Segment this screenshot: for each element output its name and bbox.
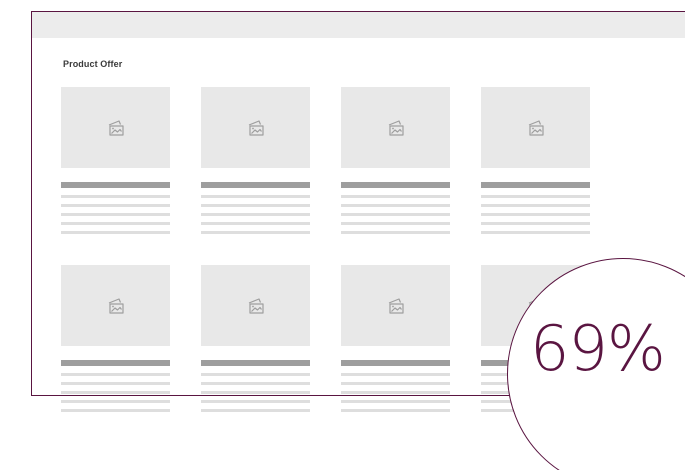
product-card-1[interactable] <box>61 87 170 234</box>
product-text-line <box>201 400 310 403</box>
product-card-4[interactable] <box>481 87 590 234</box>
product-title-placeholder <box>61 182 170 188</box>
product-text-line <box>481 204 590 207</box>
product-text-line <box>481 195 590 198</box>
product-text-line <box>61 391 170 394</box>
product-text-line <box>201 213 310 216</box>
product-image-placeholder[interactable] <box>341 265 450 346</box>
product-text-line <box>341 382 450 385</box>
product-image-placeholder[interactable] <box>481 87 590 168</box>
image-placeholder-icon <box>108 297 124 314</box>
product-card-6[interactable] <box>201 265 310 412</box>
product-image-placeholder[interactable] <box>341 87 450 168</box>
product-text-line <box>201 373 310 376</box>
product-text-line <box>201 409 310 412</box>
product-text-line <box>61 373 170 376</box>
product-image-placeholder[interactable] <box>61 87 170 168</box>
product-text-line <box>61 231 170 234</box>
product-text-line <box>341 213 450 216</box>
product-text-line <box>201 204 310 207</box>
product-text-line <box>61 382 170 385</box>
product-title-placeholder <box>201 360 310 366</box>
product-title-placeholder <box>201 182 310 188</box>
product-text-line <box>341 222 450 225</box>
product-text-line <box>61 195 170 198</box>
product-text-line <box>341 400 450 403</box>
product-text-line <box>201 195 310 198</box>
product-card-7[interactable] <box>341 265 450 412</box>
product-text-line <box>201 391 310 394</box>
product-card-2[interactable] <box>201 87 310 234</box>
product-text-line <box>481 231 590 234</box>
product-title-placeholder <box>61 360 170 366</box>
product-text-line <box>481 213 590 216</box>
product-title-placeholder <box>481 182 590 188</box>
product-card-3[interactable] <box>341 87 450 234</box>
product-title-placeholder <box>341 360 450 366</box>
product-text-line <box>481 222 590 225</box>
image-placeholder-icon <box>248 297 264 314</box>
product-text-line <box>341 204 450 207</box>
product-text-line <box>61 204 170 207</box>
product-text-line <box>341 409 450 412</box>
product-image-placeholder[interactable] <box>61 265 170 346</box>
product-text-line <box>201 382 310 385</box>
image-placeholder-icon <box>108 119 124 136</box>
image-placeholder-icon <box>528 119 544 136</box>
product-text-line <box>341 231 450 234</box>
image-placeholder-icon <box>248 119 264 136</box>
product-text-line <box>341 195 450 198</box>
section-title: Product Offer <box>63 59 123 69</box>
product-text-line <box>201 231 310 234</box>
product-text-line <box>61 409 170 412</box>
product-text-line <box>341 373 450 376</box>
product-image-placeholder[interactable] <box>201 87 310 168</box>
progress-value: 69% <box>530 312 666 385</box>
product-image-placeholder[interactable] <box>201 265 310 346</box>
product-text-line <box>341 391 450 394</box>
top-bar <box>32 12 685 38</box>
image-placeholder-icon <box>388 119 404 136</box>
product-text-line <box>201 222 310 225</box>
product-title-placeholder <box>341 182 450 188</box>
product-card-5[interactable] <box>61 265 170 412</box>
image-placeholder-icon <box>388 297 404 314</box>
stage: Product Offer 69% <box>0 0 685 470</box>
product-text-line <box>61 222 170 225</box>
product-text-line <box>61 213 170 216</box>
product-text-line <box>61 400 170 403</box>
